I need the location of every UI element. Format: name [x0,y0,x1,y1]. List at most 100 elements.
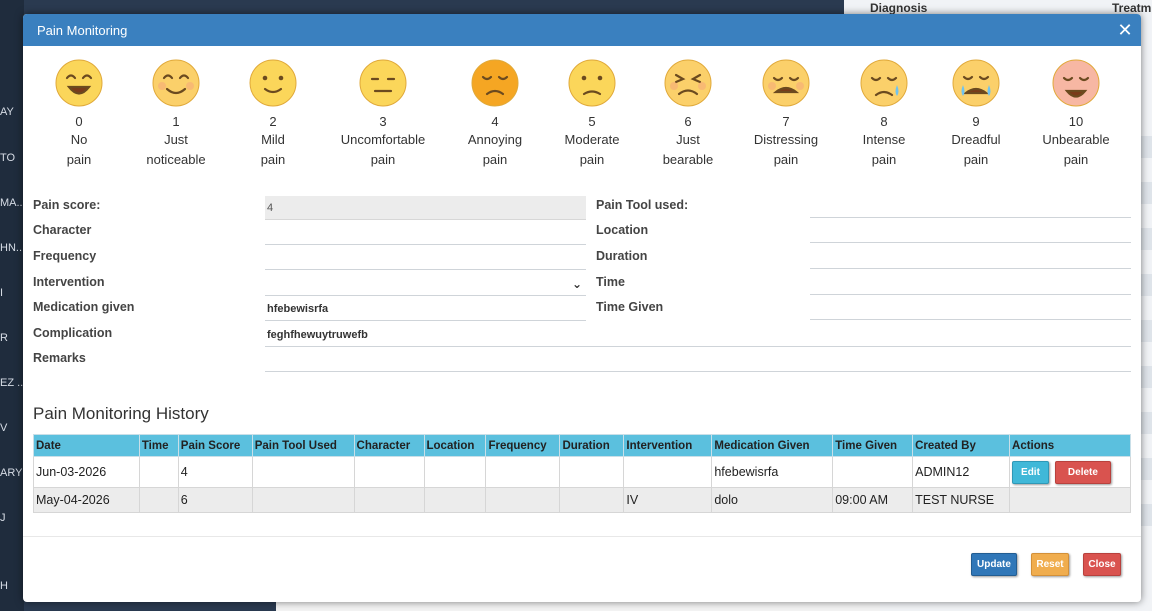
remarks-field[interactable] [265,348,1131,372]
pain-scale-item-1[interactable]: 1 Just noticeable [121,58,231,170]
duration-label: Duration [596,249,648,263]
cell-medication: hfebewisrfa [711,456,834,488]
pain-scale-label: pain [963,152,989,167]
pain-face-7-icon [762,59,810,107]
pain-scale: 0 No pain 1 Just noticeable 2 Mild pain 3 Uncomfor… [23,58,1141,178]
background-sidebar-item: V [0,422,8,434]
update-button[interactable]: Update [971,553,1017,576]
cell-intervention [623,456,713,488]
background-strip [1140,458,1152,480]
pain-scale-item-5[interactable]: 5 Moderate pain [537,58,647,170]
pain-scale-item-7[interactable]: 7 Distressing pain [731,58,841,170]
cell-location [423,456,487,488]
history-table: Date Time Pain Score Pain Tool Used Char… [33,434,1131,513]
modal-title: Pain Monitoring [37,22,128,38]
pain-scale-score: 3 [379,114,387,129]
background-strip [1140,136,1152,158]
col-duration: Duration [559,434,625,457]
pain-scale-item-9[interactable]: 9 Dreadful pain [921,58,1031,170]
pain-scale-label: pain [482,152,508,167]
pain-scale-score: 7 [782,114,790,129]
pain-face-4-icon [471,59,519,107]
pain-face-5-icon [568,59,616,107]
cell-character [353,456,425,488]
close-button[interactable]: Close [1083,553,1121,576]
pain-scale-label: pain [579,152,605,167]
pain-scale-label: Uncomfortable [340,132,426,147]
close-icon[interactable]: ✕ [1117,21,1133,39]
history-header-row: Date Time Pain Score Pain Tool Used Char… [33,434,1131,457]
time-label: Time [596,275,625,289]
cell-actions [1009,487,1131,513]
cell-frequency [485,456,561,488]
background-sidebar-item: TO [0,152,16,164]
pain-scale-label: pain [260,152,286,167]
pain-score-label: Pain score: [33,198,101,212]
background-strip [1140,182,1152,204]
pain-scale-item-3[interactable]: 3 Uncomfortable pain [328,58,438,170]
table-row: May-04-2026 6 IV dolo 09:00 AM TEST NURS… [33,487,1131,513]
background-strip [1140,320,1152,342]
col-time-given: Time Given [832,434,914,457]
pain-scale-item-4[interactable]: 4 Annoying pain [440,58,550,170]
frequency-label: Frequency [33,249,97,263]
col-medication: Medication Given [711,434,834,457]
pain-face-6-icon [664,59,712,107]
cell-intervention: IV [623,487,713,513]
character-field[interactable] [265,221,586,245]
pain-tool-field[interactable] [810,194,1131,218]
col-created-by: Created By [912,434,1011,457]
pain-face-0-icon [55,59,103,107]
col-actions: Actions [1009,434,1131,457]
location-label: Location [596,223,649,237]
background-sidebar-item: ARY [0,467,23,479]
pain-tool-label: Pain Tool used: [596,198,689,212]
cell-medication: dolo [711,487,834,513]
pain-monitoring-modal: Pain Monitoring ✕ 0 No pain 1 Just noticeable… [23,14,1141,602]
cell-duration [559,456,625,488]
intervention-select[interactable]: ⌄ [265,272,586,296]
background-topbar [24,0,844,14]
pain-score-field[interactable]: 4 [265,196,586,220]
pain-scale-item-0[interactable]: 0 No pain [24,58,134,170]
pain-scale-label: Distressing [753,132,819,147]
background-sidebar-item: MA... [0,197,24,209]
frequency-field[interactable] [265,246,586,270]
cell-time [138,456,179,488]
pain-scale-item-10[interactable]: 10 Unbearable pain [1021,58,1131,170]
background-treatment-header: Treatm [1112,1,1152,15]
pain-scale-score: 10 [1068,114,1084,129]
pain-scale-score: 9 [972,114,980,129]
pain-face-3-icon [359,59,407,107]
time-given-field[interactable] [810,296,1131,320]
col-date: Date [33,434,140,457]
delete-button[interactable]: Delete [1054,460,1111,484]
background-strip [1140,228,1152,250]
pain-scale-item-2[interactable]: 2 Mild pain [218,58,328,170]
pain-scale-label: pain [66,152,92,167]
edit-button[interactable]: Edit [1012,460,1049,484]
reset-button[interactable]: Reset [1031,553,1069,576]
pain-scale-label: Just [164,132,188,147]
time-field[interactable] [810,271,1131,295]
pain-scale-label: Dreadful [951,132,1001,147]
medication-field[interactable]: hfebewisrfa [265,297,586,321]
complication-field[interactable]: feghfhewuytruwefb [265,323,1131,347]
pain-scale-score: 5 [588,114,596,129]
pain-scale-item-6[interactable]: 6 Just bearable [633,58,743,170]
pain-form: Pain score: Character Frequency Interven… [23,194,1141,374]
background-sidebar-item: AY [0,106,14,118]
col-location: Location [423,434,487,457]
col-time: Time [138,434,179,457]
pain-face-2-icon [249,59,297,107]
background-strip [1140,274,1152,296]
duration-field[interactable] [810,245,1131,269]
cell-date: May-04-2026 [33,487,140,513]
cell-created-by: ADMIN12 [912,456,1011,488]
time-given-label: Time Given [596,300,664,314]
location-field[interactable] [810,219,1131,243]
pain-scale-label: pain [1063,152,1089,167]
cell-time-given [832,456,914,488]
cell-location [423,487,487,513]
chevron-down-icon: ⌄ [571,277,582,291]
